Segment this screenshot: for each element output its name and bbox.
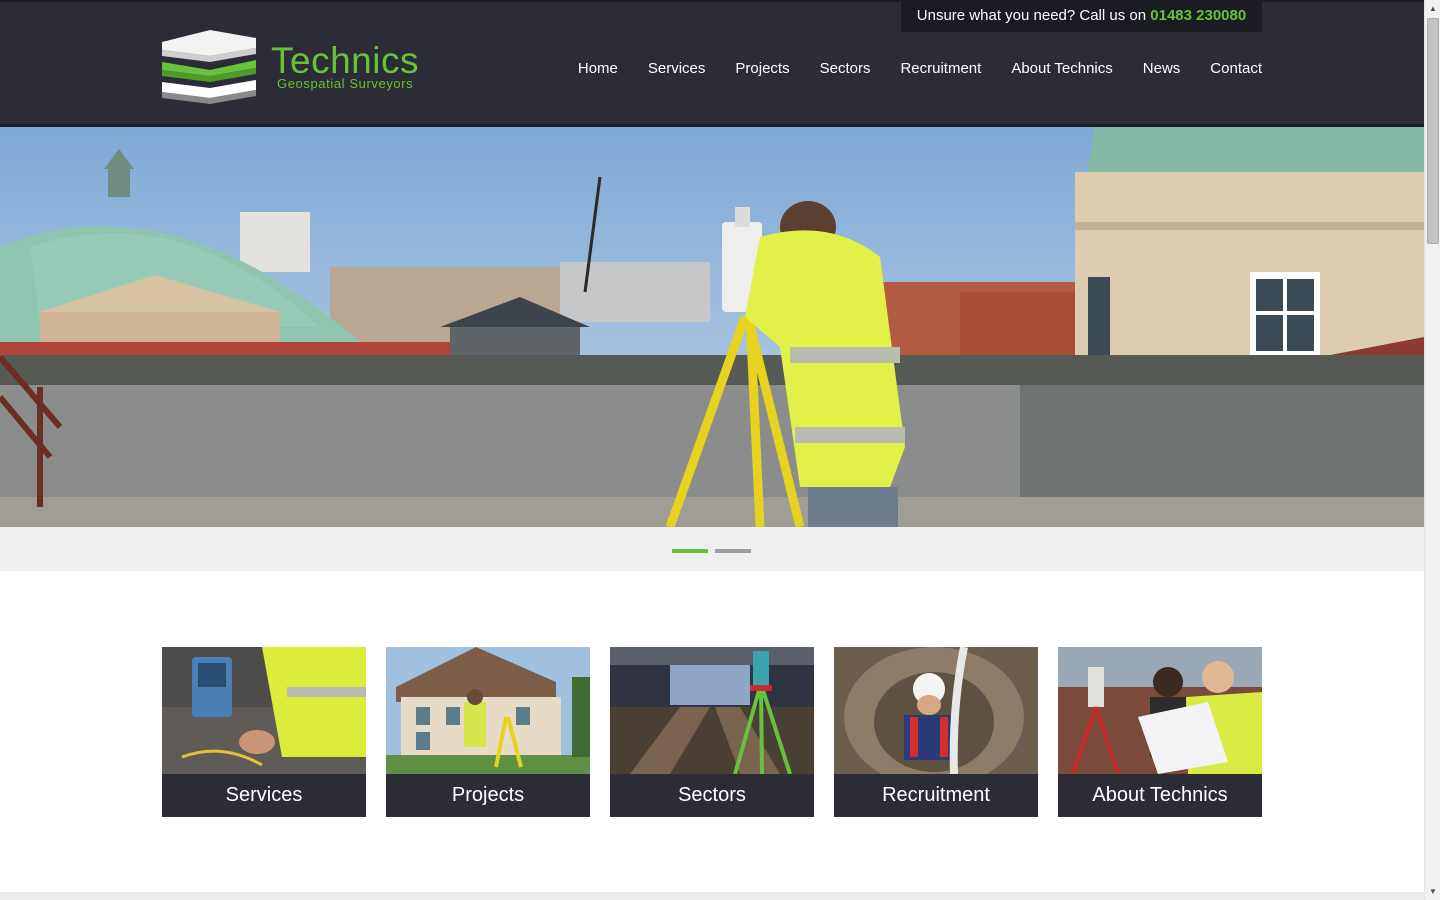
scroll-thumb[interactable] — [1427, 18, 1439, 244]
logo-stack-icon — [162, 30, 256, 104]
about-technics-photo — [1058, 647, 1262, 774]
page: Unsure what you need? Call us on 01483 2… — [0, 0, 1424, 900]
recruitment-photo — [834, 647, 1038, 774]
nav-contact[interactable]: Contact — [1210, 59, 1262, 79]
scroll-up-arrow-icon[interactable]: ▲ — [1425, 0, 1440, 17]
nav-home[interactable]: Home — [578, 59, 618, 79]
tile-recruitment-label: Recruitment — [834, 774, 1038, 817]
nav-sectors[interactable]: Sectors — [820, 59, 871, 79]
site-logo[interactable]: Technics Geospatial Surveyors — [160, 28, 420, 108]
tile-about-technics[interactable]: About Technics — [1058, 647, 1262, 817]
tile-recruitment[interactable]: Recruitment — [834, 647, 1038, 817]
tile-services[interactable]: Services — [162, 647, 366, 817]
main-navigation: Home Services Projects Sectors Recruitme… — [578, 59, 1262, 79]
tile-projects[interactable]: Projects — [386, 647, 590, 817]
nav-news[interactable]: News — [1143, 59, 1181, 79]
logo-subtitle: Geospatial Surveyors — [277, 76, 414, 91]
scroll-down-arrow-icon[interactable]: ▼ — [1425, 883, 1440, 900]
nav-recruitment[interactable]: Recruitment — [900, 59, 981, 79]
call-us-bar: Unsure what you need? Call us on 01483 2… — [901, 2, 1262, 32]
tile-about-technics-label: About Technics — [1058, 774, 1262, 817]
feature-tiles: Services Projects Sectors Recruitment Ab… — [162, 647, 1262, 817]
tile-services-label: Services — [162, 774, 366, 817]
surveyor-rooftop-photo — [0, 127, 1424, 527]
tile-projects-label: Projects — [386, 774, 590, 817]
hero-slider-image[interactable] — [0, 127, 1424, 527]
page-scrollbar[interactable]: ▲ ▼ — [1424, 0, 1440, 900]
sectors-photo — [610, 647, 814, 774]
nav-about-technics[interactable]: About Technics — [1011, 59, 1112, 79]
nav-services[interactable]: Services — [648, 59, 706, 79]
slide-indicator-2[interactable] — [715, 549, 751, 553]
site-header: Unsure what you need? Call us on 01483 2… — [0, 0, 1424, 124]
tile-sectors-label: Sectors — [610, 774, 814, 817]
slider-pagination — [0, 527, 1424, 571]
nav-projects[interactable]: Projects — [735, 59, 789, 79]
footer-band — [0, 892, 1424, 900]
logo-title: Technics — [271, 40, 419, 81]
phone-number-link[interactable]: 01483 230080 — [1150, 7, 1246, 24]
call-us-text: Unsure what you need? Call us on — [916, 7, 1147, 24]
slide-indicator-1[interactable] — [672, 549, 708, 553]
projects-photo — [386, 647, 590, 774]
tile-sectors[interactable]: Sectors — [610, 647, 814, 817]
services-photo — [162, 647, 366, 774]
